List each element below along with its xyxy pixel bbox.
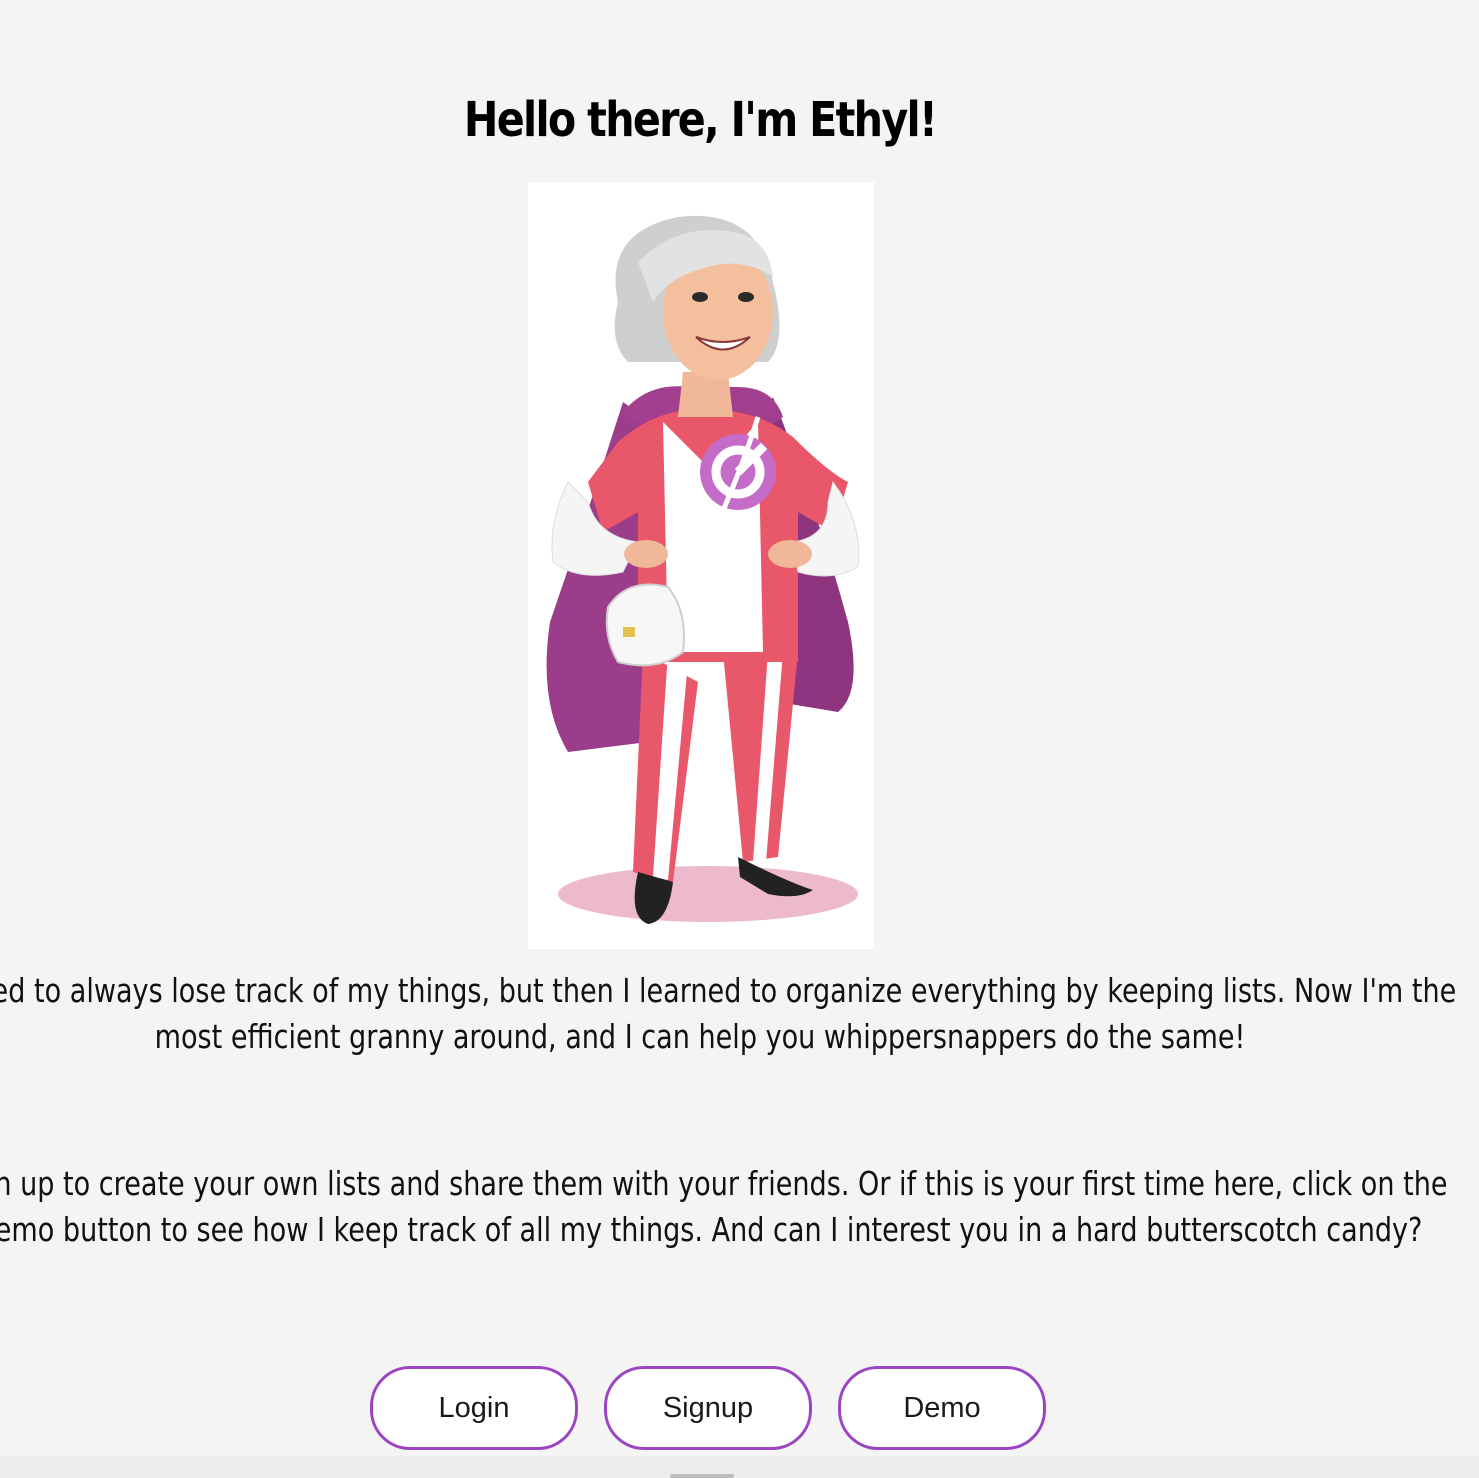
login-button[interactable]: Login: [370, 1366, 578, 1450]
instructions-line-1: Sign up to create your own lists and sha…: [0, 1164, 1448, 1203]
demo-button[interactable]: Demo: [838, 1366, 1046, 1450]
intro-line-2: most efficient granny around, and I can …: [154, 1017, 1246, 1056]
signup-button[interactable]: Signup: [604, 1366, 812, 1450]
scroll-handle[interactable]: [670, 1474, 734, 1478]
granny-superhero-icon: [546, 215, 860, 924]
action-buttons: Login Signup Demo: [370, 1366, 1046, 1450]
page-title: Hello there, I'm Ethyl!: [463, 92, 938, 148]
footer-strip: [0, 1456, 1479, 1478]
intro-paragraph: I used to always lose track of my things…: [0, 968, 1479, 1060]
intro-line-1: I used to always lose track of my things…: [0, 971, 1457, 1010]
instructions-paragraph: Sign up to create your own lists and sha…: [0, 1161, 1479, 1253]
instructions-line-2: demo button to see how I keep track of a…: [0, 1210, 1423, 1249]
landing-page: Hello there, I'm Ethyl! I used to always…: [0, 0, 1479, 1478]
ethyl-portrait: [528, 182, 874, 949]
